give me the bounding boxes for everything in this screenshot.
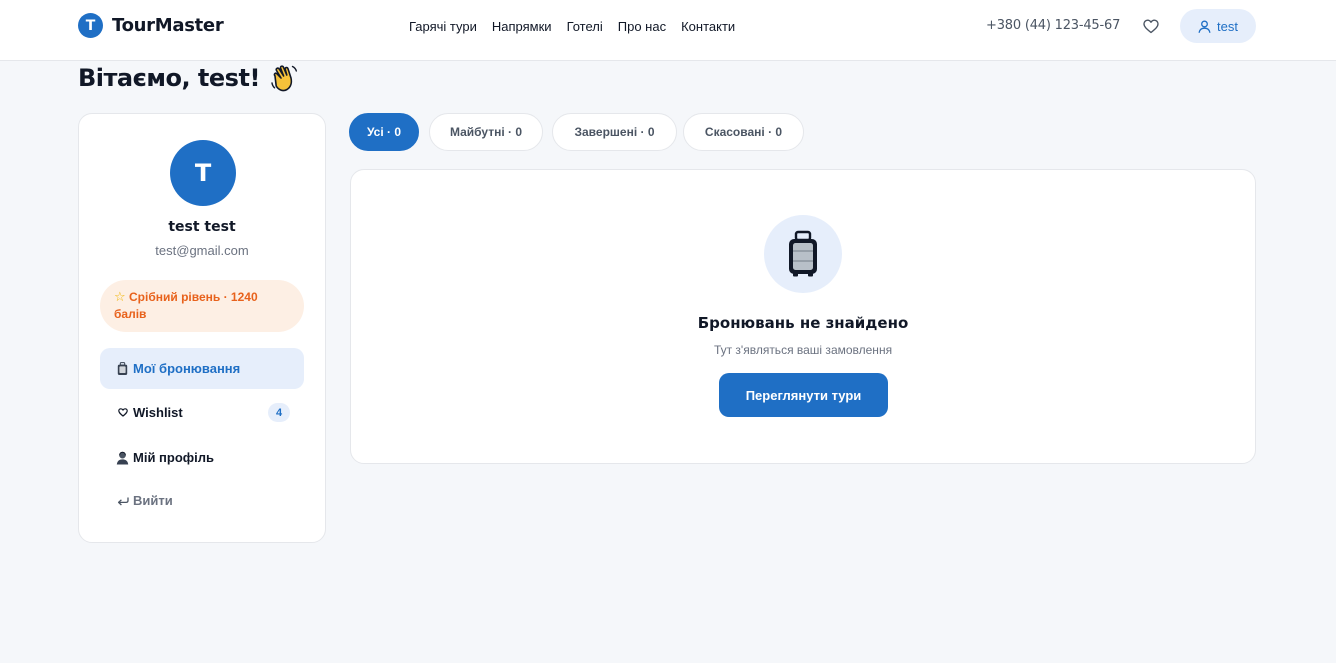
wishlist-heart-button[interactable] [1142,17,1160,35]
star-icon: ☆ [114,289,126,304]
tab-all[interactable]: Усі · 0 [349,113,419,151]
waving-hand-icon [271,65,297,92]
main-nav: Гарячі тури Напрямки Готелі Про нас Конт… [409,19,750,34]
tab-completed[interactable]: Завершені · 0 [552,113,677,151]
sidebar-item-my-profile[interactable]: Мій профіль [100,437,304,478]
profile-name: test test [168,219,236,235]
nav-link-hot-tours[interactable]: Гарячі тури [409,19,477,34]
loyalty-level-text: Срібний рівень · 1240 балів [114,290,258,321]
heart-icon [1143,19,1159,33]
bookings-empty-state: Бронювань не знайдено Тут з'являться ваш… [350,169,1256,464]
tab-cancelled[interactable]: Скасовані · 0 [683,113,804,151]
nav-link-hotels[interactable]: Готелі [567,19,603,34]
nav-link-destinations[interactable]: Напрямки [492,19,552,34]
logo-mark: T [78,13,103,38]
welcome-heading: Вітаємо, test! [78,62,300,94]
luggage-icon [789,230,817,277]
browse-tours-button[interactable]: Переглянути тури [719,373,888,417]
person-icon [116,451,129,465]
user-icon [1198,20,1211,33]
user-account-label: test [1217,18,1238,34]
nav-link-about[interactable]: Про нас [618,19,666,34]
avatar[interactable]: T [170,140,236,206]
sidebar-item-label: Wishlist [133,405,183,420]
sidebar-item-wishlist[interactable]: Wishlist 4 [100,392,304,433]
empty-state-title: Бронювань не знайдено [697,314,909,332]
sidebar-item-logout[interactable]: Вийти [100,480,304,521]
sidebar-item-label: Вийти [133,493,173,508]
logout-arrow-icon [116,494,129,508]
phone-number[interactable]: +380 (44) 123-45-67 [986,18,1120,33]
profile-email: test@gmail.com [155,243,249,258]
heart-icon [116,406,129,420]
logo-text: TourMaster [112,15,224,36]
tab-upcoming[interactable]: Майбутні · 0 [429,113,543,151]
wishlist-count-badge: 4 [268,403,290,422]
profile-sidebar: T test test test@gmail.com ☆ Срібний рів… [78,113,326,543]
logo[interactable]: T TourMaster [78,13,224,38]
sidebar-item-my-bookings[interactable]: Мої бронювання [100,348,304,389]
nav-link-contacts[interactable]: Контакти [681,19,735,34]
luggage-icon [116,361,129,376]
welcome-text: Вітаємо, test! [78,64,260,92]
empty-state-subtitle: Тут з'являться ваші замовлення [713,343,893,357]
top-navigation-bar: T TourMaster Гарячі тури Напрямки Готелі… [0,0,1336,61]
user-account-button[interactable]: test [1180,9,1256,43]
sidebar-item-label: Мої бронювання [133,361,241,376]
empty-state-icon-circle [764,215,842,293]
sidebar-item-label: Мій профіль [133,450,215,465]
loyalty-level-badge: ☆ Срібний рівень · 1240 балів [100,280,304,332]
